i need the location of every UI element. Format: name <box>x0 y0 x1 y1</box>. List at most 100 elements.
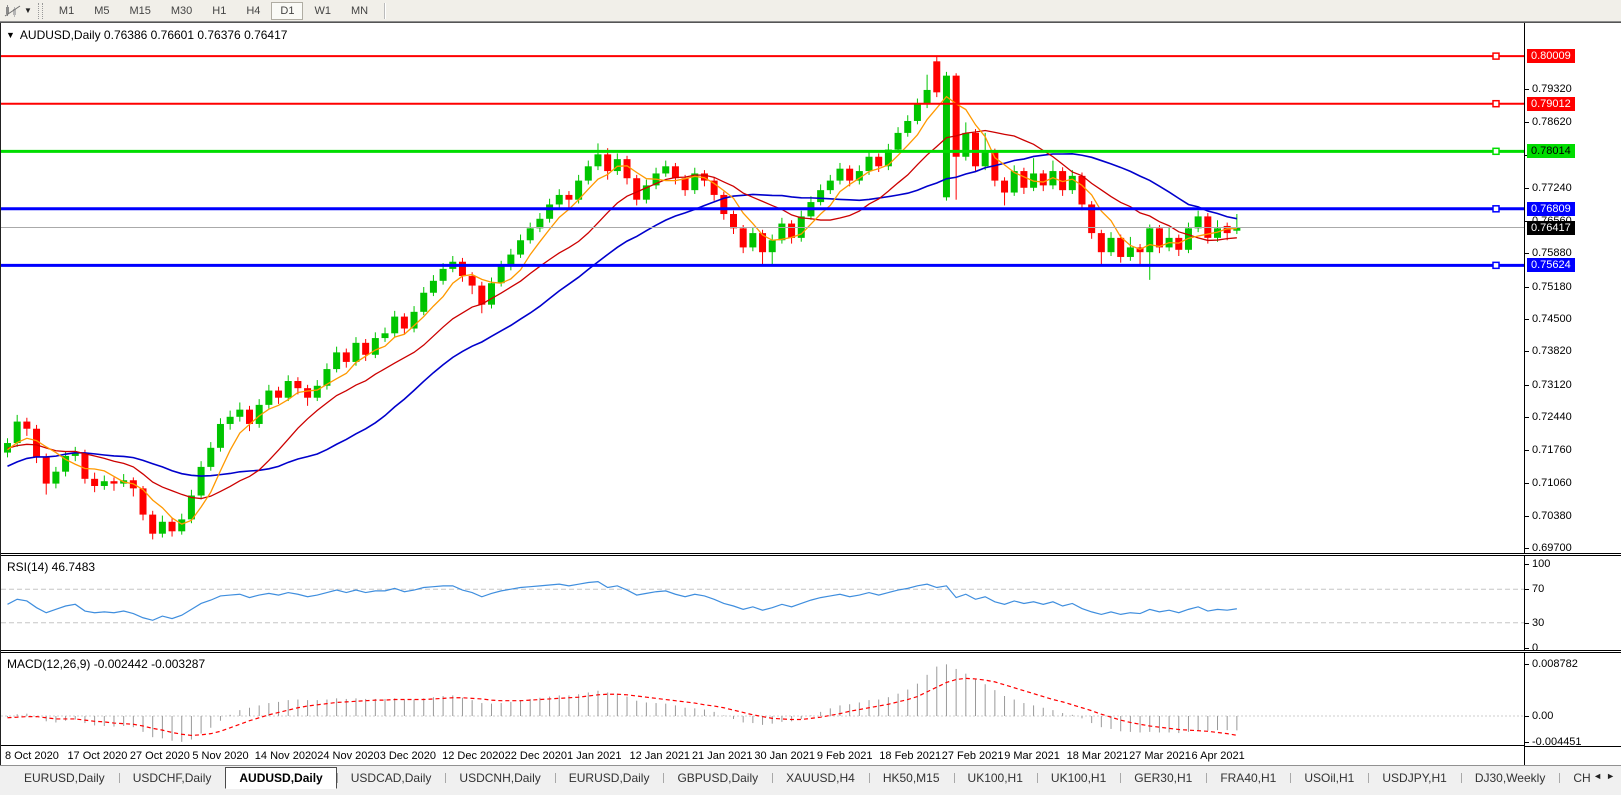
chart-tab-usdcnh-daily[interactable]: USDCNH,Daily <box>445 768 554 788</box>
tab-scroll-right-icon[interactable]: ► <box>1606 771 1615 781</box>
date-tick-label: 9 Mar 2021 <box>1004 750 1060 762</box>
chart-title-ohlc: AUDUSD,Daily 0.76386 0.76601 0.76376 0.7… <box>20 28 288 42</box>
chart-tab-eurusd-daily[interactable]: EURUSD,Daily <box>555 768 664 788</box>
chart-tab-uk100-h1[interactable]: UK100,H1 <box>954 768 1037 788</box>
price-tick-label: 0.77240 <box>1532 182 1572 194</box>
chart-tab-gbpusd-daily[interactable]: GBPUSD,Daily <box>663 768 772 788</box>
window-menu-icon[interactable]: ▼ <box>6 30 15 40</box>
chart-window: ▼ AUDUSD,Daily 0.76386 0.76601 0.76376 0… <box>0 22 1621 765</box>
price-tick-label: 0.69700 <box>1532 542 1572 554</box>
price-tick-label-dash <box>1525 319 1529 320</box>
level-price-badge: 0.79012 <box>1527 97 1575 111</box>
macd-pane[interactable]: MACD(12,26,9) -0.002442 -0.003287 <box>1 653 1524 746</box>
top-toolbar: ▼ M1M5M15M30H1H4D1W1MN <box>0 0 1621 22</box>
date-tick-label: 3 Dec 2020 <box>380 750 436 762</box>
toolbar-separator <box>384 3 385 19</box>
price-tick-label: 0.72440 <box>1532 411 1572 423</box>
chart-tool-icon[interactable] <box>4 4 22 18</box>
chart-tab-fra40-h1[interactable]: FRA40,H1 <box>1206 768 1290 788</box>
rsi-pane[interactable]: RSI(14) 46.7483 <box>1 556 1524 650</box>
date-tick-label: 18 Feb 2021 <box>879 750 941 762</box>
timeframe-button-m1[interactable]: M1 <box>50 2 83 20</box>
rsi-tick-label-dash <box>1525 589 1529 590</box>
toolbar-grip[interactable] <box>38 3 43 19</box>
rsi-plot <box>1 556 1524 650</box>
plot-column: ▼ AUDUSD,Daily 0.76386 0.76601 0.76376 0… <box>0 23 1524 765</box>
chart-tab-usoil-h1[interactable]: USOil,H1 <box>1290 768 1368 788</box>
price-tick-label: 0.78620 <box>1532 116 1572 128</box>
timeframe-button-d1[interactable]: D1 <box>271 2 303 20</box>
date-axis[interactable]: 8 Oct 202017 Oct 202027 Oct 20205 Nov 20… <box>1 746 1524 766</box>
price-tick-label-dash <box>1525 385 1529 386</box>
date-tick-label: 30 Jan 2021 <box>754 750 815 762</box>
price-tick-label: 0.79320 <box>1532 83 1572 95</box>
date-tick-label: 22 Dec 2020 <box>505 750 567 762</box>
price-tick-label-dash <box>1525 253 1529 254</box>
level-price-badge: 0.75624 <box>1527 258 1575 272</box>
date-tick-label: 9 Feb 2021 <box>817 750 873 762</box>
chart-tabs: EURUSD,DailyUSDCHF,DailyAUDUSD,DailyUSDC… <box>0 766 1591 790</box>
timeframe-button-m30[interactable]: M30 <box>162 2 201 20</box>
timeframe-button-w1[interactable]: W1 <box>305 2 340 20</box>
rsi-tick-label-dash <box>1525 648 1529 649</box>
tab-scroll-left-icon[interactable]: ◄ <box>1593 771 1602 781</box>
price-tick-label-dash <box>1525 516 1529 517</box>
rsi-tick-label-dash <box>1525 564 1529 565</box>
price-tick-label: 0.71060 <box>1532 477 1572 489</box>
price-tick-label: 0.75180 <box>1532 281 1572 293</box>
timeframe-bar: M1M5M15M30H1H4D1W1MN <box>49 0 378 22</box>
level-price-badge: 0.78014 <box>1527 144 1575 158</box>
main-chart-pane[interactable]: ▼ AUDUSD,Daily 0.76386 0.76601 0.76376 0… <box>1 23 1524 553</box>
tab-scroll-arrows: ◄ ► <box>1591 766 1621 781</box>
price-tick-label: 0.73820 <box>1532 345 1572 357</box>
price-tick-label-dash <box>1525 287 1529 288</box>
macd-tick-label-dash <box>1525 716 1529 717</box>
price-tick-label-dash <box>1525 351 1529 352</box>
macd-tick-label: 0.008782 <box>1532 658 1578 670</box>
chart-header: ▼ AUDUSD,Daily 0.76386 0.76601 0.76376 0… <box>6 28 287 42</box>
price-tick-label-dash <box>1525 483 1529 484</box>
price-axis[interactable]: 0.793200.786200.779400.772400.765600.758… <box>1524 23 1621 765</box>
timeframe-button-h1[interactable]: H1 <box>203 2 235 20</box>
chart-tab-uk100-h1[interactable]: UK100,H1 <box>1037 768 1120 788</box>
chart-tab-usdcad-daily[interactable]: USDCAD,Daily <box>337 768 446 788</box>
chart-tab-dj30-weekly[interactable]: DJ30,Weekly <box>1461 768 1559 788</box>
price-tick-label: 0.70380 <box>1532 510 1572 522</box>
price-tick-label: 0.73120 <box>1532 379 1572 391</box>
date-tick-label: 12 Jan 2021 <box>630 750 691 762</box>
price-tick-label-dash <box>1525 417 1529 418</box>
level-price-badge: 0.80009 <box>1527 49 1575 63</box>
macd-tick-label-dash <box>1525 664 1529 665</box>
timeframe-button-m5[interactable]: M5 <box>85 2 118 20</box>
date-tick-label: 27 Feb 2021 <box>942 750 1004 762</box>
chart-tab-usdjpy-h1[interactable]: USDJPY,H1 <box>1368 768 1460 788</box>
chart-tab-eurusd-daily[interactable]: EURUSD,Daily <box>10 768 119 788</box>
date-tick-label: 6 Apr 2021 <box>1192 750 1245 762</box>
timeframe-button-mn[interactable]: MN <box>342 2 377 20</box>
macd-tick-label: 0.00 <box>1532 710 1553 722</box>
price-tick-label-dash <box>1525 450 1529 451</box>
date-tick-label: 1 Jan 2021 <box>567 750 621 762</box>
date-tick-label: 18 Mar 2021 <box>1067 750 1129 762</box>
candlestick-plot[interactable] <box>1 23 1524 553</box>
price-tick-label-dash <box>1525 548 1529 549</box>
chart-tool-dropdown-caret[interactable]: ▼ <box>24 6 32 15</box>
date-tick-label: 27 Oct 2020 <box>130 750 190 762</box>
chart-tab-china300-h1[interactable]: CHINA300,H1 <box>1559 768 1591 788</box>
macd-tick-label: -0.004451 <box>1532 736 1582 748</box>
timeframe-button-h4[interactable]: H4 <box>237 2 269 20</box>
chart-tab-hk50-m15[interactable]: HK50,M15 <box>869 768 954 788</box>
chart-tab-ger30-h1[interactable]: GER30,H1 <box>1120 768 1206 788</box>
chart-tab-audusd-daily[interactable]: AUDUSD,Daily <box>225 767 336 789</box>
chart-tab-xauusd-h4[interactable]: XAUUSD,H4 <box>772 768 869 788</box>
rsi-label: RSI(14) 46.7483 <box>7 560 95 574</box>
date-tick-label: 8 Oct 2020 <box>5 750 59 762</box>
rsi-tick-label: 30 <box>1532 617 1544 629</box>
rsi-tick-label: 100 <box>1532 558 1550 570</box>
rsi-tick-label-dash <box>1525 623 1529 624</box>
price-tick-label: 0.71760 <box>1532 444 1572 456</box>
macd-label: MACD(12,26,9) -0.002442 -0.003287 <box>7 657 205 671</box>
price-tick-label-dash <box>1525 122 1529 123</box>
timeframe-button-m15[interactable]: M15 <box>120 2 159 20</box>
chart-tab-usdchf-daily[interactable]: USDCHF,Daily <box>119 768 226 788</box>
